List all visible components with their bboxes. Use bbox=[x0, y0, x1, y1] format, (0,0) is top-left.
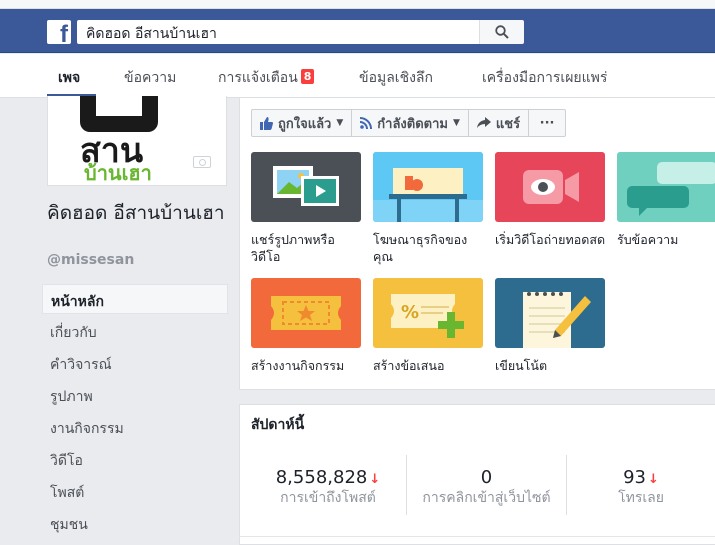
page-logo-image: สาน บ้านเฮา bbox=[80, 96, 158, 185]
write-note-label: เขียนโน้ต bbox=[495, 358, 548, 373]
share-button-label: แชร์ bbox=[495, 116, 521, 132]
call-now-value[interactable]: 93 ↓ bbox=[567, 467, 715, 488]
this-week-title: สัปดาห์นี้ bbox=[251, 417, 305, 433]
billboard-icon bbox=[373, 152, 483, 222]
chevron-down-icon: ▼ bbox=[336, 118, 344, 128]
post-reach-label: การเข้าถึงโพสต์ bbox=[280, 490, 376, 506]
get-messages-tile[interactable] bbox=[617, 152, 715, 222]
thumbs-up-icon bbox=[260, 116, 273, 130]
website-clicks-value[interactable]: 0 bbox=[407, 467, 566, 488]
logo-text-sub: บ้านเฮา bbox=[84, 161, 152, 185]
create-event-tile[interactable] bbox=[251, 278, 361, 348]
chat-bubbles-icon bbox=[627, 162, 715, 216]
profile-picture[interactable]: สาน บ้านเฮา bbox=[47, 96, 227, 186]
tab-publishing-tools[interactable]: เครื่องมือการเผยแพร่ bbox=[482, 67, 607, 89]
sidebar-item-videos[interactable]: วิดีโอ bbox=[42, 444, 228, 474]
promote-business-label: โฆษณาธุรกิจของคุณ bbox=[373, 232, 468, 264]
top-bluebar: f คิดฮอด อีสานบ้านเฮา bbox=[0, 9, 715, 53]
sidebar-item-community[interactable]: ชุมชน bbox=[42, 508, 228, 538]
follow-button-label: กำลังติดตาม bbox=[377, 116, 448, 132]
live-video-camera-icon bbox=[523, 170, 579, 204]
call-now-label: โทรเลย bbox=[618, 490, 664, 506]
create-offer-tile[interactable]: % bbox=[373, 278, 483, 348]
go-live-label: เริ่มวิดีโอถ่ายทอดสด bbox=[495, 232, 606, 247]
offer-coupon-icon: % bbox=[391, 294, 464, 338]
more-options-button[interactable]: ··· bbox=[529, 110, 565, 136]
event-ticket-icon bbox=[271, 296, 341, 330]
browser-top-strip bbox=[0, 0, 715, 9]
note-pencil-icon bbox=[523, 292, 591, 348]
page-title: คิดฮอด อีสานบ้านเฮา bbox=[47, 202, 225, 224]
page-username[interactable]: @missesan bbox=[47, 252, 134, 268]
call-now-number: 93 bbox=[623, 467, 646, 488]
share-button[interactable]: แชร์ bbox=[469, 110, 530, 136]
sidebar-item-home[interactable]: หน้าหลัก bbox=[42, 284, 228, 314]
like-button-label: ถูกใจแล้ว bbox=[278, 116, 332, 132]
write-note-tile[interactable] bbox=[495, 278, 605, 348]
trend-down-icon: ↓ bbox=[369, 472, 381, 487]
create-offer-label: สร้างข้อเสนอ bbox=[373, 358, 445, 373]
share-photo-video-label: แชร์รูปภาพหรือวิดีโอ bbox=[251, 232, 335, 264]
follow-button[interactable]: กำลังติดตาม ▼ bbox=[352, 110, 469, 136]
rss-icon bbox=[360, 117, 373, 129]
post-reach-value[interactable]: 8,558,828 ↓ bbox=[250, 467, 406, 488]
get-messages-label: รับข้อความ bbox=[617, 232, 679, 247]
svg-text:%: % bbox=[401, 302, 419, 323]
sidebar-item-posts[interactable]: โพสต์ bbox=[42, 476, 228, 506]
facebook-logo-icon[interactable]: f bbox=[47, 20, 71, 47]
tab-insights[interactable]: ข้อมูลเชิงลึก bbox=[359, 67, 433, 89]
tab-page[interactable]: เพจ bbox=[58, 67, 80, 89]
search-input[interactable]: คิดฮอด อีสานบ้านเฮา bbox=[77, 20, 479, 44]
sidebar-item-about[interactable]: เกี่ยวกับ bbox=[42, 316, 228, 346]
search-icon bbox=[495, 25, 509, 39]
share-photo-video-tile[interactable] bbox=[251, 152, 361, 222]
post-reach-number: 8,558,828 bbox=[275, 467, 368, 488]
trend-down-icon: ↓ bbox=[648, 472, 659, 487]
tab-notifications-label: การแจ้งเตือน bbox=[218, 70, 298, 86]
chevron-down-icon: ▼ bbox=[452, 118, 460, 128]
page-action-buttons: ถูกใจแล้ว ▼ กำลังติดตาม ▼ แชร์ ··· bbox=[251, 109, 567, 137]
share-arrow-icon bbox=[476, 117, 491, 129]
tab-notifications[interactable]: การแจ้งเตือน 8 bbox=[218, 67, 315, 89]
notification-badge: 8 bbox=[300, 69, 315, 84]
tab-messages[interactable]: ข้อความ bbox=[124, 67, 176, 89]
card-divider bbox=[239, 536, 715, 537]
promote-business-tile[interactable] bbox=[373, 152, 483, 222]
camera-icon[interactable] bbox=[193, 156, 211, 168]
photo-video-icon bbox=[273, 166, 339, 206]
search-button[interactable] bbox=[479, 20, 524, 44]
like-button[interactable]: ถูกใจแล้ว ▼ bbox=[252, 110, 353, 136]
create-event-label: สร้างงานกิจกรรม bbox=[251, 358, 345, 373]
go-live-tile[interactable] bbox=[495, 152, 605, 222]
page-tabs-bar: เพจ ข้อความ การแจ้งเตือน 8 ข้อมูลเชิงลึก … bbox=[0, 54, 715, 98]
sidebar-item-reviews[interactable]: คำวิจารณ์ bbox=[42, 348, 228, 378]
more-icon: ··· bbox=[539, 115, 555, 131]
website-clicks-number: 0 bbox=[480, 467, 493, 488]
sidebar-item-photos[interactable]: รูปภาพ bbox=[42, 380, 228, 410]
sidebar-item-events[interactable]: งานกิจกรรม bbox=[42, 412, 228, 442]
website-clicks-label: การคลิกเข้าสู่เว็บไซต์ bbox=[422, 490, 551, 506]
